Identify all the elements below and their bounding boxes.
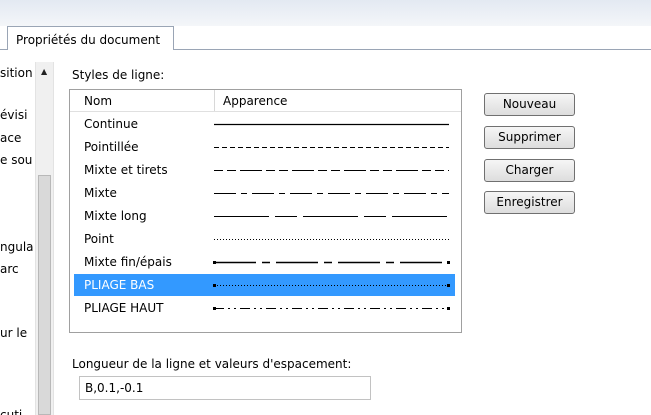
window-top-strip: [0, 0, 651, 26]
line-style-row[interactable]: PLIAGE BAS: [74, 274, 455, 296]
line-styles-list[interactable]: Nom Apparence Continue Pointillée Mixte et…: [69, 89, 462, 333]
line-style-name: Mixte et tirets: [84, 163, 168, 177]
line-style-preview: [214, 147, 449, 148]
line-style-preview: [214, 193, 449, 194]
scrollbar-thumb[interactable]: [38, 175, 51, 415]
spacing-input[interactable]: B,0.1,-0.1: [79, 376, 371, 400]
line-style-row[interactable]: Mixte fin/épais: [74, 251, 455, 273]
line-style-name: PLIAGE HAUT: [84, 301, 164, 315]
scroll-up-icon[interactable]: ▲: [41, 67, 47, 76]
line-style-preview: [213, 307, 450, 310]
line-style-row[interactable]: Mixte: [74, 182, 455, 204]
line-style-preview: [213, 261, 450, 264]
line-style-name: Point: [84, 232, 114, 246]
line-style-row[interactable]: Mixte et tirets: [74, 159, 455, 181]
line-style-preview: [214, 216, 449, 217]
line-style-name: Mixte: [84, 186, 117, 200]
line-style-preview: [214, 123, 449, 126]
left-panel-item[interactable]: ur le: [0, 326, 27, 340]
line-style-row[interactable]: Pointillée: [74, 136, 455, 158]
column-header-name[interactable]: Nom: [84, 94, 112, 108]
line-style-preview: [213, 284, 450, 287]
left-panel-item[interactable]: sition: [0, 66, 33, 80]
left-panel-item[interactable]: ace: [0, 131, 21, 145]
left-panel-item[interactable]: cuti: [0, 408, 22, 415]
line-style-preview: [214, 170, 449, 171]
line-style-preview: [214, 239, 449, 240]
line-style-name: PLIAGE BAS: [84, 278, 155, 292]
column-header-appearance[interactable]: Apparence: [223, 94, 287, 108]
line-style-name: Mixte fin/épais: [84, 255, 172, 269]
spacing-label: Longueur de la ligne et valeurs d'espace…: [72, 357, 352, 371]
line-style-row[interactable]: PLIAGE HAUT: [74, 297, 455, 319]
left-panel-item[interactable]: évisi: [0, 108, 27, 122]
left-panel-item[interactable]: arc: [0, 262, 19, 276]
line-style-row[interactable]: Mixte long: [74, 205, 455, 227]
line-style-row[interactable]: Continue: [74, 113, 455, 135]
left-panel-item[interactable]: ngula: [0, 240, 34, 254]
delete-button[interactable]: Supprimer: [484, 126, 575, 149]
new-button[interactable]: Nouveau: [484, 93, 575, 116]
line-style-name: Mixte long: [84, 209, 147, 223]
left-panel-item[interactable]: e sou: [0, 153, 32, 167]
line-styles-label: Styles de ligne:: [72, 68, 165, 82]
line-style-row[interactable]: Point: [74, 228, 455, 250]
load-button[interactable]: Charger: [484, 159, 575, 182]
left-panel-scrollbar[interactable]: ▲: [35, 62, 54, 415]
line-style-name: Pointillée: [84, 140, 139, 154]
tab-document-properties[interactable]: Propriétés du document: [7, 26, 174, 49]
save-button[interactable]: Enregistrer: [484, 191, 575, 214]
list-header: Nom Apparence: [70, 90, 461, 112]
line-style-name: Continue: [84, 117, 138, 131]
